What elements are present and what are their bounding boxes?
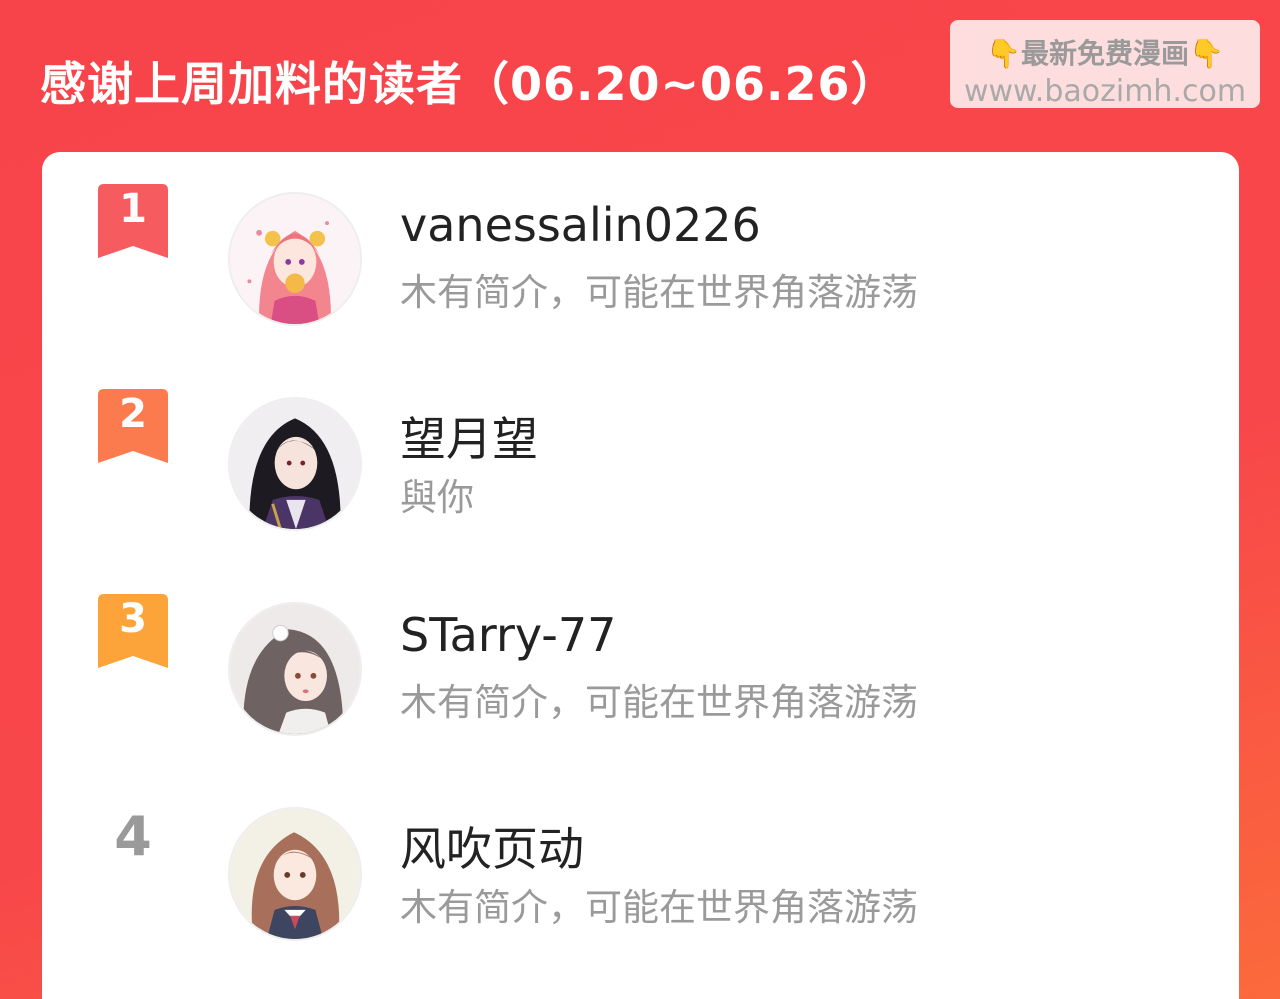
reader-row[interactable]: 4 风吹页动 木有简介，可能在世界角落游荡 bbox=[42, 767, 1239, 941]
reader-bio: 木有简介，可能在世界角落游荡 bbox=[400, 271, 918, 314]
page-title: 感谢上周加料的读者（06.20~06.26） bbox=[40, 57, 898, 111]
reader-row[interactable]: 3 STarry-77 木有简介，可能在世界角落游荡 bbox=[42, 562, 1239, 736]
rank-number: 1 bbox=[119, 186, 147, 232]
reader-ranking-card: 1 vanessalin0226 木有简介，可能在世界角落游荡 2 望月望 與你… bbox=[42, 152, 1239, 999]
avatar[interactable] bbox=[228, 602, 362, 736]
rank-number: 4 bbox=[114, 805, 152, 868]
site-watermark: 👇最新免费漫画👇 www.baozimh.com bbox=[950, 20, 1260, 109]
reader-name[interactable]: vanessalin0226 bbox=[400, 198, 761, 252]
rank-number: 3 bbox=[119, 596, 147, 642]
reader-bio: 木有简介，可能在世界角落游荡 bbox=[400, 681, 918, 724]
rank-number: 2 bbox=[119, 391, 147, 437]
avatar[interactable] bbox=[228, 192, 362, 326]
watermark-url: www.baozimh.com bbox=[963, 74, 1247, 109]
reader-row[interactable]: 1 vanessalin0226 木有简介，可能在世界角落游荡 bbox=[42, 152, 1239, 326]
reader-name[interactable]: STarry-77 bbox=[400, 608, 616, 662]
reader-row[interactable]: 2 望月望 與你 bbox=[42, 357, 1239, 531]
reader-name[interactable]: 望月望 bbox=[400, 403, 538, 469]
reader-name[interactable]: 风吹页动 bbox=[400, 813, 584, 879]
rank-2-badge: 2 bbox=[98, 389, 168, 463]
pointing-down-hand-icon: 👇 bbox=[1189, 37, 1224, 70]
watermark-slogan: 最新免费漫画 bbox=[1020, 37, 1189, 70]
pointing-down-hand-icon: 👇 bbox=[986, 37, 1021, 70]
reader-bio: 木有简介，可能在世界角落游荡 bbox=[400, 886, 918, 929]
avatar[interactable] bbox=[228, 397, 362, 531]
avatar[interactable] bbox=[228, 807, 362, 941]
rank-1-badge: 1 bbox=[98, 184, 168, 258]
reader-bio: 與你 bbox=[400, 476, 474, 519]
rank-3-badge: 3 bbox=[98, 594, 168, 668]
